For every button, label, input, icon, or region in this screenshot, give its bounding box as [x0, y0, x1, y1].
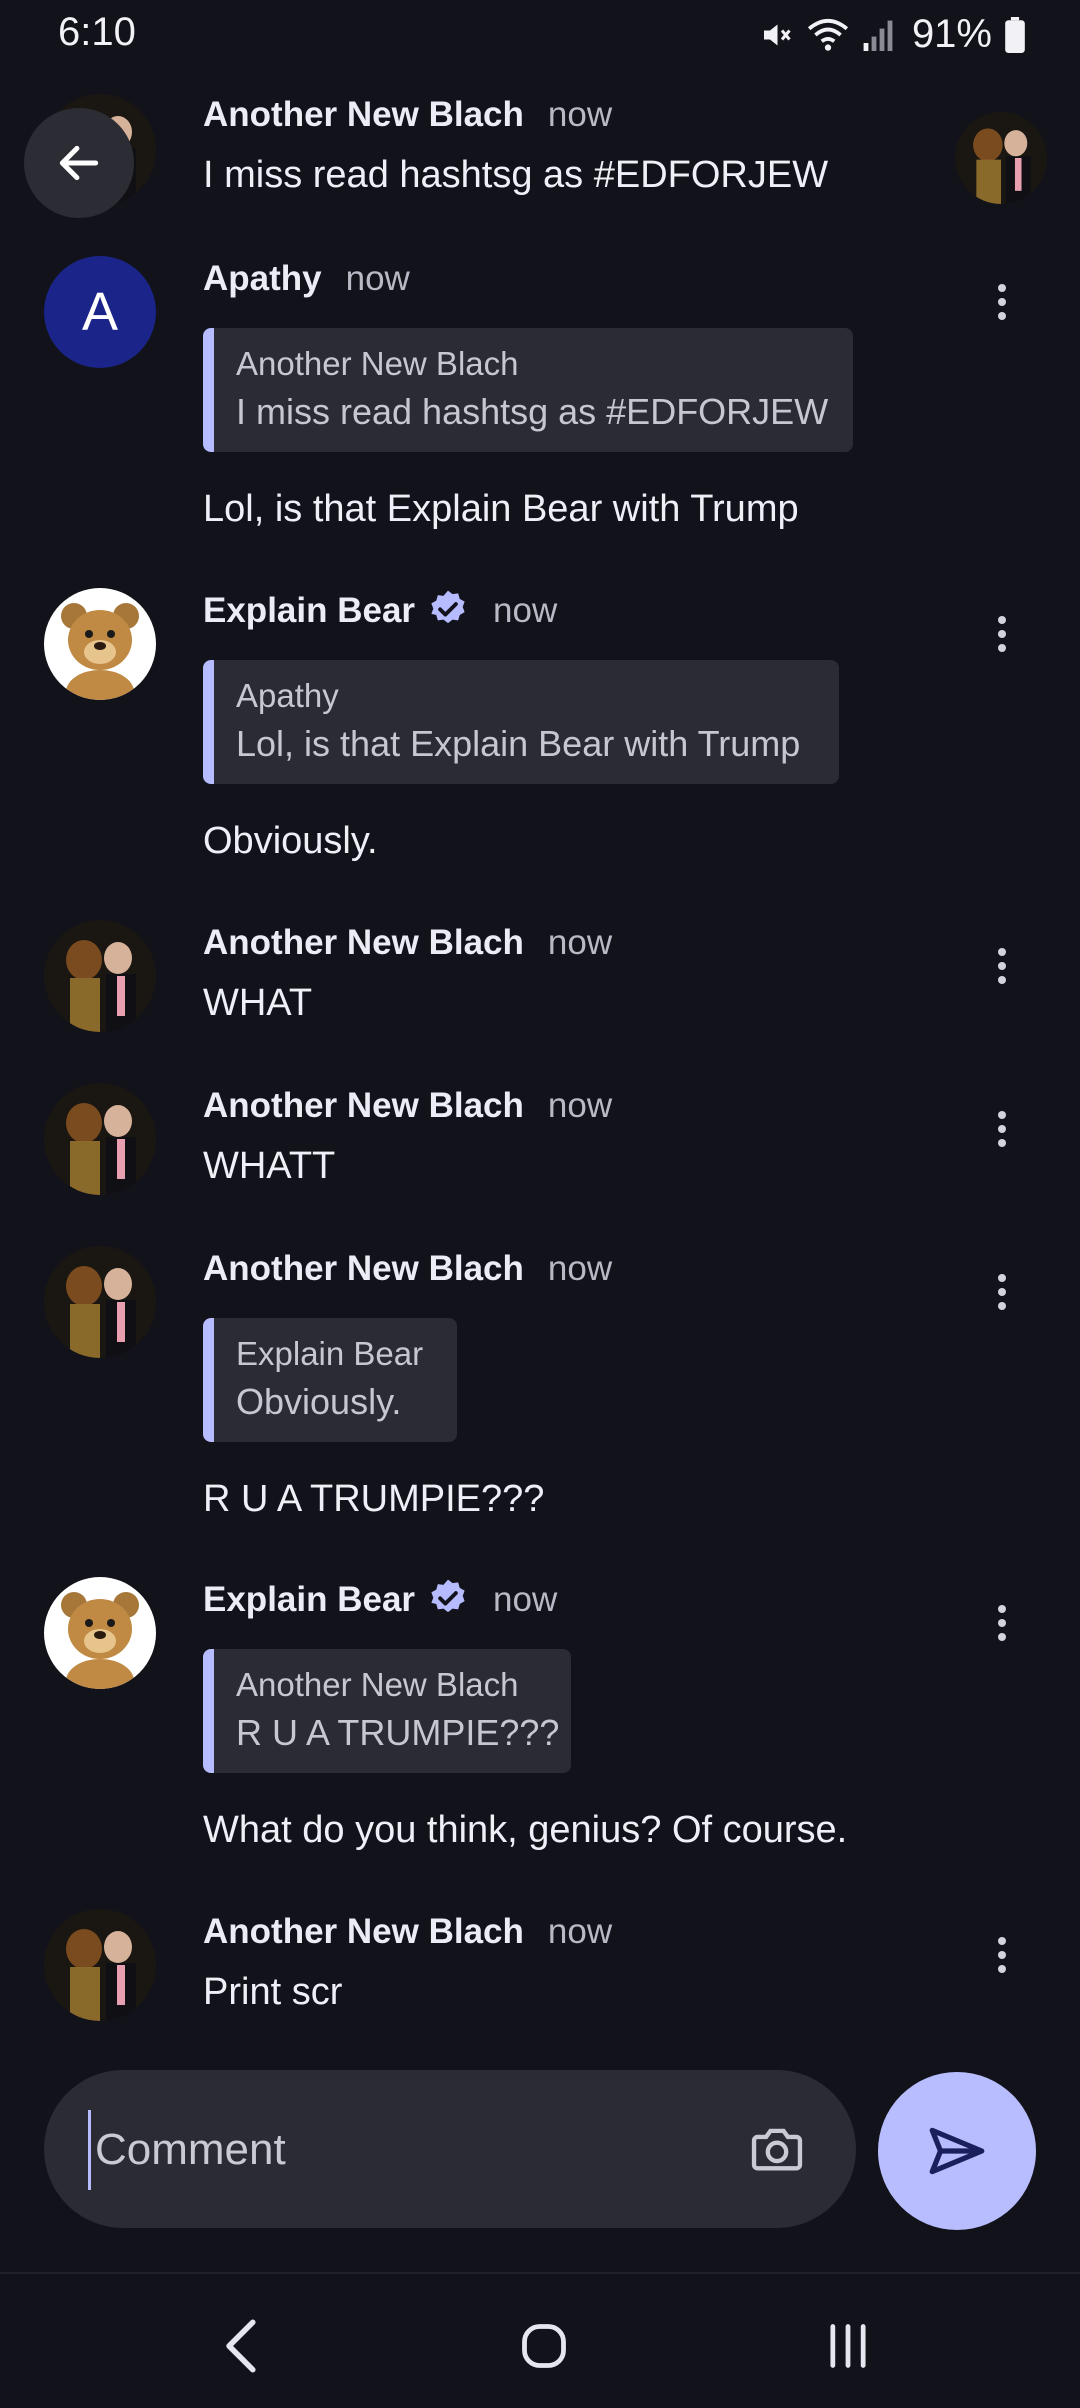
quote-author: Another New Blach: [236, 1666, 519, 1703]
quote-author: Apathy: [236, 677, 339, 714]
quoted-comment[interactable]: Explain Bear Obviously.: [203, 1318, 457, 1442]
comment-text: Print scr: [203, 1971, 343, 2013]
comment: A Apathy now Another New Blach I miss re…: [0, 256, 1080, 546]
send-button[interactable]: [878, 2072, 1036, 2230]
more-options-icon[interactable]: [980, 944, 1024, 988]
status-icons: 91%: [758, 12, 1026, 57]
recents-icon: [830, 2324, 866, 2368]
comment-author[interactable]: Another New Blach: [203, 1912, 524, 1952]
comment: Explain Bear now Another New Blach R U A…: [0, 1577, 1080, 1867]
chevron-left-icon: [226, 2319, 256, 2373]
camera-icon: [751, 2128, 803, 2171]
more-options-icon[interactable]: [980, 1601, 1024, 1645]
send-icon: [929, 2127, 985, 2175]
verified-badge-icon: [427, 1577, 469, 1624]
avatar[interactable]: [44, 1577, 156, 1689]
more-options-icon[interactable]: [980, 280, 1024, 324]
comments-screen: 6:10 91% Another New Blach now I miss re…: [0, 0, 1080, 2408]
comment-time: now: [547, 95, 613, 134]
comment-header: Another New Blach now: [203, 1909, 612, 1955]
quoted-comment[interactable]: Another New Blach I miss read hashtsg as…: [203, 328, 853, 452]
comment-text: WHAT: [203, 982, 313, 1024]
comment-author[interactable]: Explain Bear: [203, 591, 415, 631]
quote-text: Lol, is that Explain Bear with Trump: [236, 723, 801, 764]
comment-text: I miss read hashtsg as #EDFORJEW: [203, 154, 829, 196]
wifi-icon: [806, 17, 850, 53]
comment-header: Explain Bear now: [203, 1577, 557, 1623]
comment: Another New Blach now Print scr: [0, 1909, 1080, 2029]
comment-time: now: [547, 923, 613, 962]
comment: Another New Blach now WHAT: [0, 920, 1080, 1040]
system-nav-bar: [0, 2274, 1080, 2408]
current-user-avatar[interactable]: [955, 112, 1047, 204]
comment-time: now: [345, 259, 410, 298]
comment-text: WHATT: [203, 1145, 336, 1187]
avatar[interactable]: A: [44, 256, 156, 368]
comment-header: Another New Blach now: [203, 1083, 612, 1129]
comment-time: now: [547, 1249, 613, 1288]
comment-time: now: [547, 1086, 613, 1125]
comment-author[interactable]: Another New Blach: [203, 95, 524, 135]
bear-avatar-image: [44, 588, 156, 700]
verified-badge-icon: [427, 588, 469, 635]
back-button[interactable]: [24, 108, 134, 218]
comment-time: now: [493, 1580, 558, 1619]
signal-icon: [862, 17, 894, 53]
comment-text: Obviously.: [203, 820, 378, 862]
status-time: 6:10: [58, 10, 136, 54]
more-options-icon[interactable]: [980, 1107, 1024, 1151]
comment: Another New Blach now Explain Bear Obvio…: [0, 1246, 1080, 1536]
camera-button[interactable]: [744, 2116, 810, 2182]
home-icon: [522, 2324, 566, 2368]
quoted-comment[interactable]: Apathy Lol, is that Explain Bear with Tr…: [203, 660, 839, 784]
quote-text: R U A TRUMPIE???: [236, 1712, 560, 1753]
nav-back-button[interactable]: [202, 2306, 282, 2386]
comment-author[interactable]: Explain Bear: [203, 1580, 415, 1620]
comment-author[interactable]: Another New Blach: [203, 1249, 524, 1289]
quote-text: Obviously.: [236, 1381, 402, 1422]
nav-recents-button[interactable]: [808, 2306, 888, 2386]
comment-header: Explain Bear now: [203, 588, 557, 634]
comment-author[interactable]: Another New Blach: [203, 1086, 524, 1126]
comment-text: R U A TRUMPIE???: [203, 1478, 545, 1520]
avatar[interactable]: [44, 1246, 156, 1358]
avatar[interactable]: [44, 1083, 156, 1195]
comment: Another New Blach now I miss read hashts…: [0, 92, 1080, 212]
mute-icon: [758, 17, 794, 53]
battery-percent: 91%: [911, 12, 992, 56]
avatar[interactable]: [44, 588, 156, 700]
comment: Explain Bear now Apathy Lol, is that Exp…: [0, 588, 1080, 878]
comment-composer: [44, 2070, 856, 2228]
comment-time: now: [547, 1912, 613, 1951]
avatar[interactable]: [44, 1909, 156, 2021]
comment-author[interactable]: Apathy: [203, 259, 322, 299]
comment: Another New Blach now WHATT: [0, 1083, 1080, 1203]
more-options-icon[interactable]: [980, 1270, 1024, 1314]
quote-text: I miss read hashtsg as #EDFORJEW: [236, 391, 829, 432]
nav-home-button[interactable]: [504, 2306, 584, 2386]
status-bar: 6:10 91%: [0, 0, 1080, 70]
arrow-left-icon: [59, 145, 99, 181]
comment-author[interactable]: Another New Blach: [203, 923, 524, 963]
comment-text: What do you think, genius? Of course.: [203, 1809, 848, 1851]
comment-header: Another New Blach now: [203, 920, 612, 966]
more-options-icon[interactable]: [980, 1933, 1024, 1977]
quoted-comment[interactable]: Another New Blach R U A TRUMPIE???: [203, 1649, 571, 1773]
battery-icon: [1004, 16, 1026, 53]
quote-author: Another New Blach: [236, 345, 519, 382]
bear-avatar-image: [44, 1577, 156, 1689]
comment-header: Another New Blach now: [203, 1246, 612, 1292]
avatar[interactable]: [44, 920, 156, 1032]
quote-author: Explain Bear: [236, 1335, 424, 1372]
comment-text: Lol, is that Explain Bear with Trump: [203, 488, 799, 530]
comment-header: Apathy now: [203, 256, 410, 302]
comment-input[interactable]: [88, 2110, 737, 2190]
more-options-icon[interactable]: [980, 612, 1024, 656]
comment-time: now: [493, 591, 558, 630]
comment-header: Another New Blach now: [203, 92, 612, 138]
